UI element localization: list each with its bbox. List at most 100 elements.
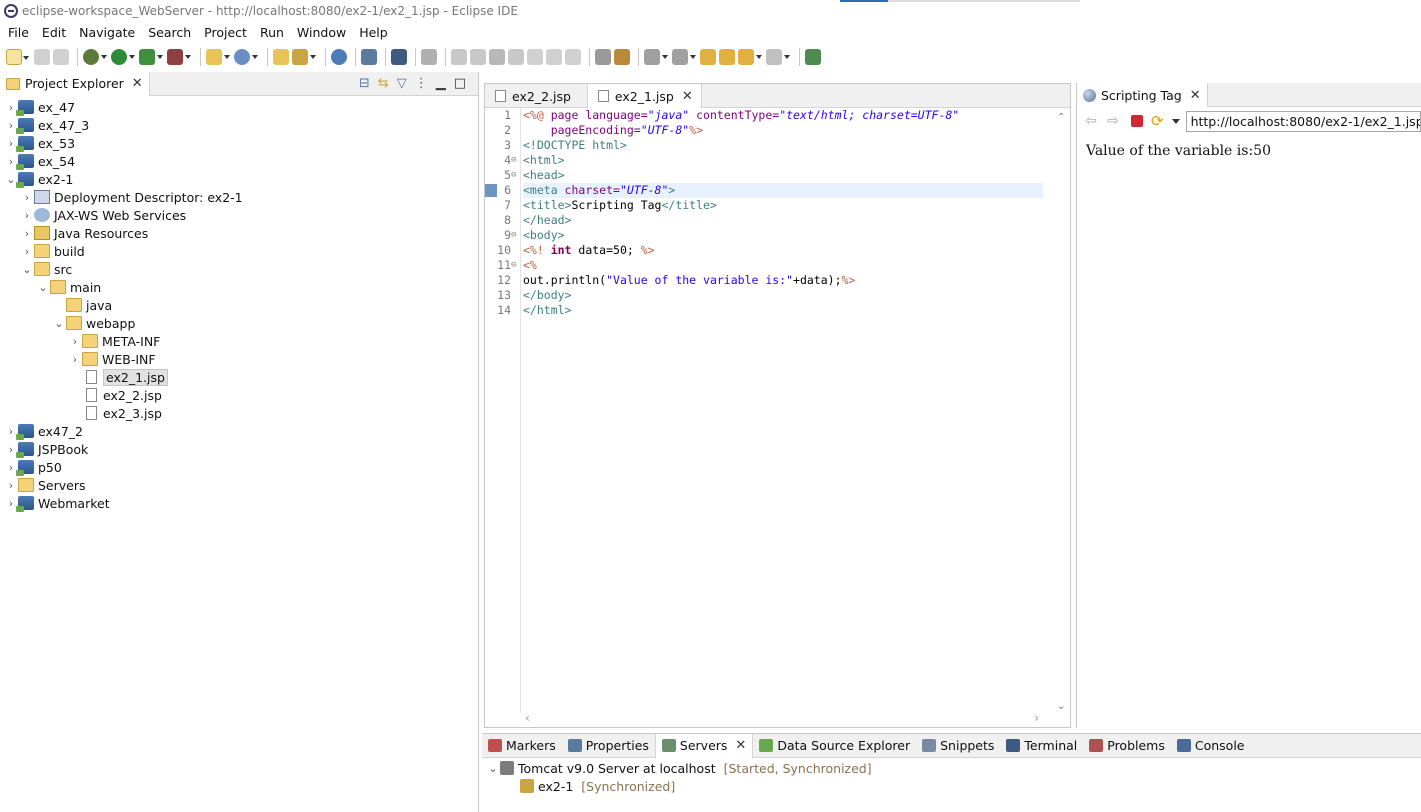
- step-over-icon[interactable]: [546, 49, 562, 65]
- close-icon[interactable]: ✕: [1190, 89, 1201, 102]
- minimize-icon[interactable]: ▁: [436, 76, 446, 91]
- chevron-down-icon[interactable]: ⌄: [1057, 701, 1065, 712]
- forward-icon[interactable]: [766, 49, 790, 65]
- disconnect-icon[interactable]: [508, 49, 524, 65]
- tree-item-web-inf[interactable]: › WEB-INF: [0, 350, 478, 368]
- back-arrow-icon[interactable]: ⇦: [1083, 114, 1099, 128]
- chevron-down-icon[interactable]: ⌄: [6, 173, 16, 186]
- new-web-service-icon[interactable]: [234, 49, 258, 65]
- search-icon[interactable]: [292, 49, 316, 65]
- menu-window[interactable]: Window: [297, 25, 346, 40]
- debug-icon[interactable]: [83, 49, 107, 65]
- chevron-up-icon[interactable]: ⌃: [1057, 112, 1065, 123]
- menu-search[interactable]: Search: [148, 25, 191, 40]
- tree-item-jspbook[interactable]: › JSPBook: [0, 440, 478, 458]
- maximize-icon[interactable]: □: [454, 76, 466, 91]
- chevron-right-icon[interactable]: ›: [6, 461, 16, 474]
- chevron-right-icon[interactable]: ›: [22, 191, 32, 204]
- tab-markers[interactable]: Markers: [482, 734, 562, 758]
- tree-item-java-resources[interactable]: › Java Resources: [0, 224, 478, 242]
- last-edit-location-icon[interactable]: [700, 49, 716, 65]
- tree-item-p50[interactable]: › p50: [0, 458, 478, 476]
- fold-toggle-icon[interactable]: ⊖: [511, 258, 516, 273]
- external-tools-icon[interactable]: [167, 49, 191, 65]
- skip-breakpoints-icon[interactable]: [421, 49, 437, 65]
- toggle-mark-occurrences-icon[interactable]: [595, 49, 611, 65]
- menu-edit[interactable]: Edit: [42, 25, 66, 40]
- chevron-down-icon[interactable]: ⌄: [54, 317, 64, 330]
- chevron-right-icon[interactable]: ›: [70, 353, 80, 366]
- filter-icon[interactable]: ▽: [397, 76, 407, 91]
- back-icon[interactable]: [738, 49, 762, 65]
- menu-file[interactable]: File: [8, 25, 29, 40]
- chevron-right-icon[interactable]: ›: [22, 227, 32, 240]
- globe-icon[interactable]: [331, 49, 347, 65]
- chevron-right-icon[interactable]: ›: [22, 245, 32, 258]
- open-perspective-icon[interactable]: [805, 49, 821, 65]
- fold-toggle-icon[interactable]: ⊖: [511, 153, 516, 168]
- chevron-right-icon[interactable]: ›: [6, 101, 16, 114]
- view-menu-icon[interactable]: ⋮: [415, 76, 428, 91]
- chevron-right-icon[interactable]: ›: [6, 425, 16, 438]
- menu-run[interactable]: Run: [260, 25, 284, 40]
- tab-ex2_2-jsp[interactable]: ex2_2.jsp: [485, 84, 587, 108]
- close-icon[interactable]: ✕: [132, 77, 143, 90]
- code-editor[interactable]: 1 2 3 4 ⊖ 5 ⊖ 6 7 8 9 ⊖ 10 11 ⊖ 12 13 14 <%@…: [485, 108, 1045, 712]
- chevron-down-icon[interactable]: ⌄: [488, 762, 498, 775]
- chevron-right-icon[interactable]: ›: [6, 497, 16, 510]
- close-icon[interactable]: ✕: [682, 90, 693, 103]
- chevron-right-icon[interactable]: ›: [6, 155, 16, 168]
- module-row[interactable]: ex2-1 [Synchronized]: [482, 777, 1421, 795]
- terminate-icon[interactable]: [489, 49, 505, 65]
- tree-item-ex2_3-jsp[interactable]: ex2_3.jsp: [0, 404, 478, 422]
- chevron-left-icon[interactable]: ‹: [525, 711, 530, 725]
- tree-item-ex_47[interactable]: › ex_47: [0, 98, 478, 116]
- fold-toggle-icon[interactable]: ⊖: [511, 228, 516, 243]
- link-with-editor-icon[interactable]: ⇆: [378, 76, 389, 91]
- tab-servers[interactable]: Servers ✕: [654, 733, 754, 758]
- vertical-scrollbar[interactable]: ⌃ ⌄: [1056, 112, 1068, 712]
- resume-icon[interactable]: [451, 49, 467, 65]
- tab-project-explorer[interactable]: Project Explorer ✕: [0, 71, 150, 96]
- chevron-right-icon[interactable]: ›: [6, 479, 16, 492]
- tree-item-java[interactable]: java: [0, 296, 478, 314]
- tree-item-webapp[interactable]: ⌄ webapp: [0, 314, 478, 332]
- tree-item-build[interactable]: › build: [0, 242, 478, 260]
- tab-ex2_1-jsp[interactable]: ex2_1.jsp ✕: [586, 84, 702, 108]
- tree-item-main[interactable]: ⌄ main: [0, 278, 478, 296]
- console-icon[interactable]: [391, 49, 407, 65]
- tree-item-src[interactable]: ⌄ src: [0, 260, 478, 278]
- forward-arrow-icon[interactable]: ⇨: [1105, 114, 1121, 128]
- suspend-icon[interactable]: [470, 49, 486, 65]
- chevron-right-icon[interactable]: ›: [1034, 711, 1039, 725]
- tab-console[interactable]: Console: [1171, 734, 1251, 758]
- tree-item-ex2_1-jsp[interactable]: ex2_1.jsp: [0, 368, 478, 386]
- tree-item-ex2_2-jsp[interactable]: ex2_2.jsp: [0, 386, 478, 404]
- save-all-icon[interactable]: [53, 49, 69, 65]
- tab-terminal[interactable]: Terminal: [1000, 734, 1083, 758]
- step-return-icon[interactable]: [565, 49, 581, 65]
- tab-scripting-tag[interactable]: Scripting Tag ✕: [1077, 83, 1208, 107]
- tree-item-servers[interactable]: › Servers: [0, 476, 478, 494]
- tree-item-ex2-1[interactable]: ⌄ ex2-1: [0, 170, 478, 188]
- tab-snippets[interactable]: Snippets: [916, 734, 1000, 758]
- tree-item-webmarket[interactable]: › Webmarket: [0, 494, 478, 512]
- tree-item-ex_53[interactable]: › ex_53: [0, 134, 478, 152]
- collapse-all-icon[interactable]: ⊟: [359, 76, 370, 91]
- url-field[interactable]: http://localhost:8080/ex2-1/ex2_1.jsp: [1185, 110, 1421, 132]
- fold-toggle-icon[interactable]: ⊖: [511, 168, 516, 183]
- menu-navigate[interactable]: Navigate: [79, 25, 135, 40]
- tree-item-ex_54[interactable]: › ex_54: [0, 152, 478, 170]
- coverage-icon[interactable]: [139, 49, 163, 65]
- tab-problems[interactable]: Problems: [1083, 734, 1171, 758]
- chevron-down-icon[interactable]: ⌄: [38, 281, 48, 294]
- chevron-right-icon[interactable]: ›: [6, 443, 16, 456]
- menu-project[interactable]: Project: [204, 25, 247, 40]
- stop-icon[interactable]: [1131, 115, 1143, 127]
- open-task-icon[interactable]: [361, 49, 377, 65]
- toggle-block-selection-icon[interactable]: [614, 49, 630, 65]
- tree-item-ex47_2[interactable]: › ex47_2: [0, 422, 478, 440]
- chevron-right-icon[interactable]: ›: [6, 137, 16, 150]
- save-icon[interactable]: [34, 49, 50, 65]
- tree-item-deployment-descriptor[interactable]: › Deployment Descriptor: ex2-1: [0, 188, 478, 206]
